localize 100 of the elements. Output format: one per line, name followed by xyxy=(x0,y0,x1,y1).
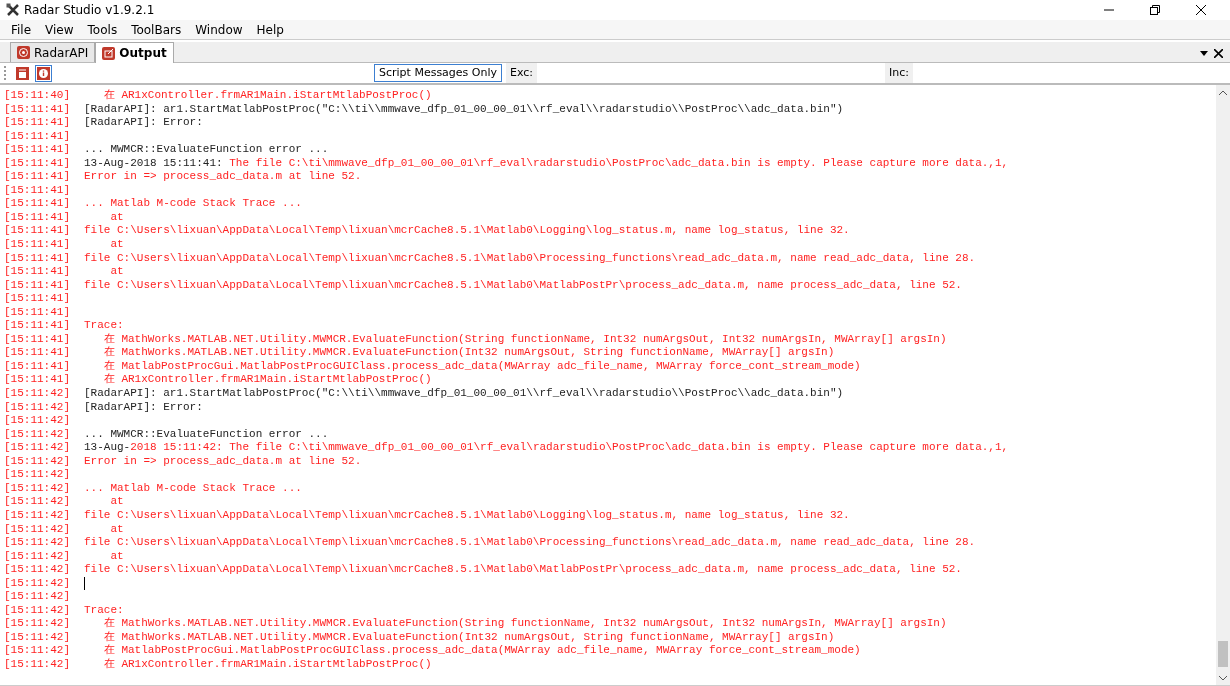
timestamp: [15:11:41] xyxy=(4,116,71,130)
tools-icon xyxy=(6,3,20,17)
timestamp: [15:11:41] xyxy=(4,143,71,157)
timestamp: [15:11:41] xyxy=(4,129,71,144)
log-message: file C:\Users\lixuan\AppData\Local\Temp\lixuan\mcrCache8.5.1\Matlab0\MatlabPostPr\process_adc_data.m, name process_adc_data, line 52. xyxy=(84,278,962,293)
log-message: ... MWMCR::EvaluateFunction error ... xyxy=(84,143,329,157)
timestamp: [15:11:42] xyxy=(4,441,71,455)
log-message: 在 MathWorks.MATLAB.NET.Utility.MWMCR.EvaluateFunction(String functionName, Int32 numArgsOut, Int32 numArgsIn, MWArray[] argsIn) xyxy=(102,617,947,631)
tab[interactable]: RadarAPI xyxy=(10,42,96,62)
timestamp: [15:11:40] xyxy=(4,89,71,103)
log-message: file C:\Users\lixuan\AppData\Local\Temp\lixuan\mcrCache8.5.1\Matlab0\Logging\log_status.m, name log_status, line 32. xyxy=(84,508,850,523)
clear-button[interactable] xyxy=(14,64,31,82)
log-message: 在 MatlabPostProcGui.MatlabPostProcGUIClass.process_adc_data(MWArray adc_file_name, MWArray force_cont_stream_mode) xyxy=(102,644,861,658)
log-message: 在 MatlabPostProcGui.MatlabPostProcGUIClass.process_adc_data(MWArray adc_file_name, MWArray force_cont_stream_mode) xyxy=(102,359,861,373)
log-message: 在 AR1xController.frmAR1Main.iStartMtlabPostProc() xyxy=(102,657,432,672)
log-message: 在 MathWorks.MATLAB.NET.Utility.MWMCR.EvaluateFunction(Int32 numArgsOut, String functionName, MWArray[] argsIn) xyxy=(102,630,835,644)
timestamp: [15:11:41] xyxy=(4,373,71,388)
scrollbar-thumb[interactable] xyxy=(1218,641,1228,667)
log-message: file C:\Users\lixuan\AppData\Local\Temp\lixuan\mcrCache8.5.1\Matlab0\Processing_functions\read_adc_data.m, name read_adc_data, line 28. xyxy=(84,251,976,266)
close-button[interactable] xyxy=(1211,47,1226,58)
tab[interactable]: Output xyxy=(95,42,174,63)
timestamp: [15:11:42] xyxy=(4,657,71,672)
log-message: ... Matlab M-code Stack Trace ... xyxy=(84,197,302,211)
script-messages-toggle[interactable]: Script Messages Only xyxy=(374,64,503,82)
timestamp: [15:11:42] xyxy=(4,549,71,564)
timestamp: [15:11:41] xyxy=(4,251,71,266)
log-message: [RadarAPI]: Error: xyxy=(84,116,203,130)
log-message: [RadarAPI]: ar1.StartMatlabPostProc("C:\\ti\\mmwave_dfp_01_00_00_01\\rf_eval\\radarstudio\\PostProc\\adc_data.bin") xyxy=(84,387,844,401)
timestamp: [15:11:42] xyxy=(4,400,71,415)
timestamp: [15:11:41] xyxy=(4,210,71,225)
timestamp: [15:11:42] xyxy=(4,590,71,604)
log-message: at xyxy=(109,549,124,564)
log-message: ... Matlab M-code Stack Trace ... xyxy=(84,481,302,496)
timestamp: [15:11:42] xyxy=(4,468,71,482)
output-icon xyxy=(102,46,116,60)
timestamp: [15:11:41] xyxy=(4,224,71,238)
log-message: at xyxy=(109,522,124,537)
timestamp: [15:11:42] xyxy=(4,576,71,591)
log-message: at xyxy=(109,238,124,252)
close-icon xyxy=(1196,5,1206,15)
radar-icon xyxy=(17,46,30,59)
log-message: file C:\Users\lixuan\AppData\Local\Temp\lixuan\mcrCache8.5.1\Matlab0\Logging\log_status.m, name log_status, line 32. xyxy=(84,224,850,238)
log-message: 13-Aug-2018 15:11:41: The file C:\ti\mmwave_dfp_01_00_00_01\rf_eval\radarstudio\PostProc\adc_data.bin is empty. Please capture more data.,1, xyxy=(84,156,1009,171)
timestamp: [15:11:42] xyxy=(4,536,71,550)
log-message: Trace: xyxy=(84,319,124,333)
log-message: 13-Aug-2018 15:11:42: The file C:\ti\mmwave_dfp_01_00_00_01\rf_eval\radarstudio\PostProc\adc_data.bin is empty. Please capture more data.,1, xyxy=(84,441,1009,455)
log-message: 在 MathWorks.MATLAB.NET.Utility.MWMCR.EvaluateFunction(Int32 numArgsOut, String functionName, MWArray[] argsIn) xyxy=(102,346,835,360)
menu-item[interactable]: Window xyxy=(188,19,250,40)
log-message: at xyxy=(109,210,124,225)
timestamp: [15:11:42] xyxy=(4,522,71,537)
timestamp: [15:11:41] xyxy=(4,156,71,171)
menu-item[interactable]: Help xyxy=(249,19,291,40)
exclude-label: Exc: xyxy=(506,62,538,84)
clear-icon xyxy=(16,66,29,80)
timestamp: [15:11:41] xyxy=(4,197,71,211)
timestamp: [15:11:41] xyxy=(4,292,71,306)
dropdown-icon xyxy=(1200,50,1208,56)
timestamp: [15:11:42] xyxy=(4,495,71,509)
timestamp: [15:11:41] xyxy=(4,183,71,198)
menu-item[interactable]: View xyxy=(38,19,81,40)
timestamp: [15:11:42] xyxy=(4,454,71,469)
info-icon xyxy=(37,66,50,80)
timestamp: [15:11:41] xyxy=(4,332,71,347)
restore-icon xyxy=(1150,5,1160,15)
include-label: Inc: xyxy=(885,62,914,84)
close-icon xyxy=(1214,48,1223,58)
window-title: Radar Studio v1.9.2.1 xyxy=(24,2,155,19)
timestamp: [15:11:42] xyxy=(4,481,71,496)
timestamp: [15:11:41] xyxy=(4,319,71,333)
timestamp: [15:11:41] xyxy=(4,238,71,252)
log-message: [RadarAPI]: ar1.StartMatlabPostProc("C:\\ti\\mmwave_dfp_01_00_00_01\\rf_eval\\radarstudio\\PostProc\\adc_data.bin") xyxy=(84,102,844,117)
scroll-up-icon xyxy=(1219,89,1227,95)
timestamp: [15:11:42] xyxy=(4,414,71,428)
timestamp: [15:11:42] xyxy=(4,644,71,658)
timestamp: [15:11:41] xyxy=(4,278,71,293)
timestamp: [15:11:41] xyxy=(4,265,71,279)
log-message: ... MWMCR::EvaluateFunction error ... xyxy=(84,427,329,442)
timestamp: [15:11:42] xyxy=(4,508,71,523)
log-message: [RadarAPI]: Error: xyxy=(84,400,203,415)
timestamp: [15:11:41] xyxy=(4,170,71,184)
log-message: Trace: xyxy=(84,603,124,617)
menu-item[interactable]: File xyxy=(4,19,39,40)
timestamp: [15:11:42] xyxy=(4,603,71,618)
log-message: Error in => process_adc_data.m at line 52. xyxy=(84,170,362,184)
timestamp: [15:11:42] xyxy=(4,387,71,401)
log-message: at xyxy=(109,265,124,279)
scrollbar[interactable] xyxy=(1216,85,1230,685)
log-message: Error in => process_adc_data.m at line 52. xyxy=(84,454,362,469)
timestamp: [15:11:42] xyxy=(4,427,71,442)
timestamp: [15:11:42] xyxy=(4,630,71,645)
menu-item[interactable]: Tools xyxy=(80,19,125,40)
timestamp: [15:11:41] xyxy=(4,102,71,117)
timestamp: [15:11:42] xyxy=(4,617,71,631)
log-message: at xyxy=(109,495,124,509)
menu-item[interactable]: ToolBars xyxy=(124,19,189,40)
log-message: 在 MathWorks.MATLAB.NET.Utility.MWMCR.EvaluateFunction(String functionName, Int32 numArgsOut, Int32 numArgsIn, MWArray[] argsIn) xyxy=(102,332,947,346)
timestamp: [15:11:42] xyxy=(4,563,71,577)
info-button[interactable] xyxy=(35,64,52,82)
timestamp: [15:11:41] xyxy=(4,346,71,360)
log-message: 在 AR1xController.frmAR1Main.iStartMtlabPostProc() xyxy=(102,89,432,103)
